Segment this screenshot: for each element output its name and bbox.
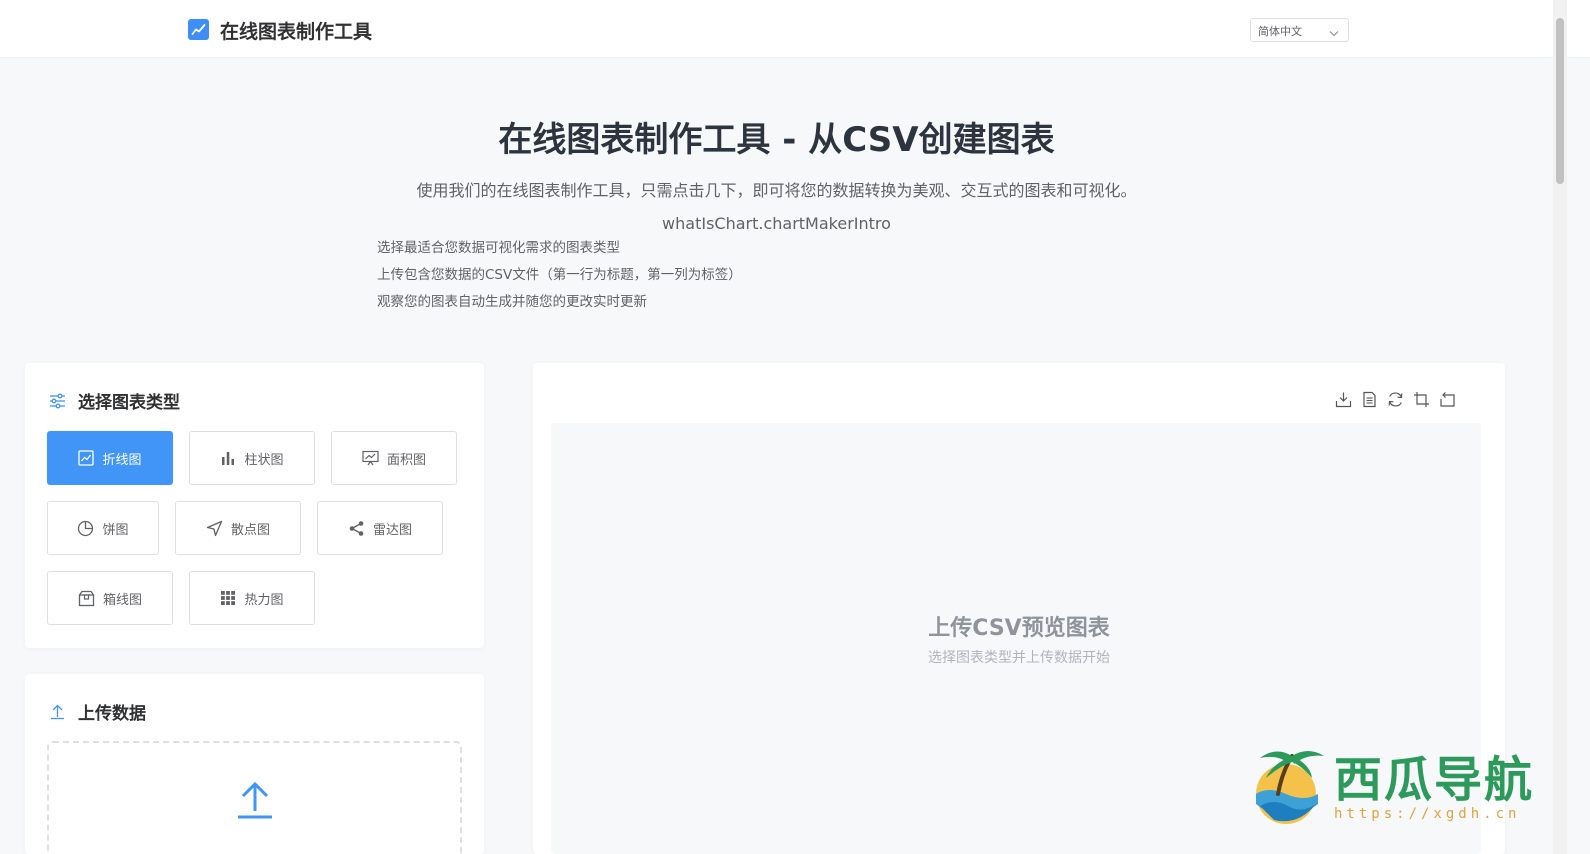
sliders-icon [49, 393, 66, 409]
box-plot-icon [78, 590, 95, 607]
chart-type-bar-button[interactable]: 柱状图 [189, 431, 315, 485]
data-view-icon[interactable] [1361, 391, 1378, 408]
pie-chart-icon [77, 520, 94, 537]
step-item: 观察您的图表自动生成并随您的更改实时更新 [377, 294, 647, 310]
refresh-icon[interactable] [1387, 391, 1404, 408]
chart-type-label: 饼图 [102, 522, 129, 538]
chart-type-label: 箱线图 [102, 592, 142, 608]
chart-type-scatter-button[interactable]: 散点图 [175, 501, 301, 555]
steps-list: 选择最适合您数据可视化需求的图表类型 上传包含您数据的CSV文件（第一行为标题，… [377, 238, 742, 319]
step-item: 选择最适合您数据可视化需求的图表类型 [377, 240, 620, 256]
upload-header: 上传数据 [49, 699, 146, 724]
app-logo-icon [188, 19, 209, 40]
page-subtitle: 使用我们的在线图表制作工具，只需点击几下，即可将您的数据转换为美观、交互式的图表… [416, 181, 1137, 200]
chart-type-label: 折线图 [102, 452, 142, 468]
page-title: 在线图表制作工具 - 从CSV创建图表 [498, 120, 1055, 160]
step-item: 上传包含您数据的CSV文件（第一行为标题，第一列为标签） [377, 267, 742, 283]
line-chart-icon [78, 450, 95, 466]
chart-type-label: 热力图 [244, 592, 284, 608]
scatter-chart-icon [206, 520, 223, 537]
language-value: 简体中文 [1258, 25, 1302, 38]
radar-chart-icon [348, 520, 365, 537]
chart-type-pie-button[interactable]: 饼图 [47, 501, 159, 555]
language-select[interactable]: 简体中文 [1250, 18, 1349, 42]
chart-type-label: 面积图 [386, 452, 426, 468]
crop-icon[interactable] [1413, 391, 1430, 408]
app-title[interactable]: 在线图表制作工具 [220, 17, 372, 44]
chart-type-area-button[interactable]: 面积图 [331, 431, 457, 485]
empty-state-title: 上传CSV预览图表 [928, 616, 1110, 641]
download-icon[interactable] [1335, 391, 1352, 408]
top-navbar: 在线图表制作工具 简体中文 [0, 0, 1590, 58]
file-dropzone[interactable] [47, 741, 462, 854]
empty-state-subtitle: 选择图表类型并上传数据开始 [928, 650, 1110, 666]
chart-type-radar-button[interactable]: 雷达图 [317, 501, 443, 555]
restore-icon[interactable] [1439, 391, 1456, 408]
chart-type-header: 选择图表类型 [49, 388, 180, 413]
chart-type-panel: 选择图表类型 折线图 柱状图 面积图 饼图 散点图 雷达图 箱线图 热力图 [25, 363, 484, 648]
chart-type-label: 雷达图 [372, 522, 412, 538]
area-chart-icon [362, 450, 379, 466]
chart-type-heatmap-button[interactable]: 热力图 [189, 571, 315, 625]
chart-type-line-button[interactable]: 折线图 [47, 431, 173, 485]
bar-chart-icon [220, 450, 236, 466]
upload-panel: 上传数据 [25, 674, 484, 854]
chart-type-title: 选择图表类型 [78, 393, 180, 413]
chart-type-label: 柱状图 [244, 452, 284, 468]
heatmap-icon [220, 590, 236, 606]
upload-arrow-icon [235, 779, 275, 819]
chevron-down-icon [1329, 27, 1339, 40]
chart-type-label: 散点图 [230, 522, 270, 538]
upload-title: 上传数据 [78, 704, 146, 724]
watermark-brand: 西瓜导航 [1334, 752, 1535, 808]
chart-toolbox [1335, 391, 1456, 408]
intro-text: whatIsChart.chartMakerIntro [662, 214, 891, 233]
scrollbar-thumb[interactable] [1556, 18, 1564, 184]
watermark-url: https://xgdh.cn [1334, 806, 1521, 822]
upload-icon [49, 703, 66, 720]
watermark-logo [1248, 742, 1332, 826]
chart-type-box-button[interactable]: 箱线图 [47, 571, 173, 625]
